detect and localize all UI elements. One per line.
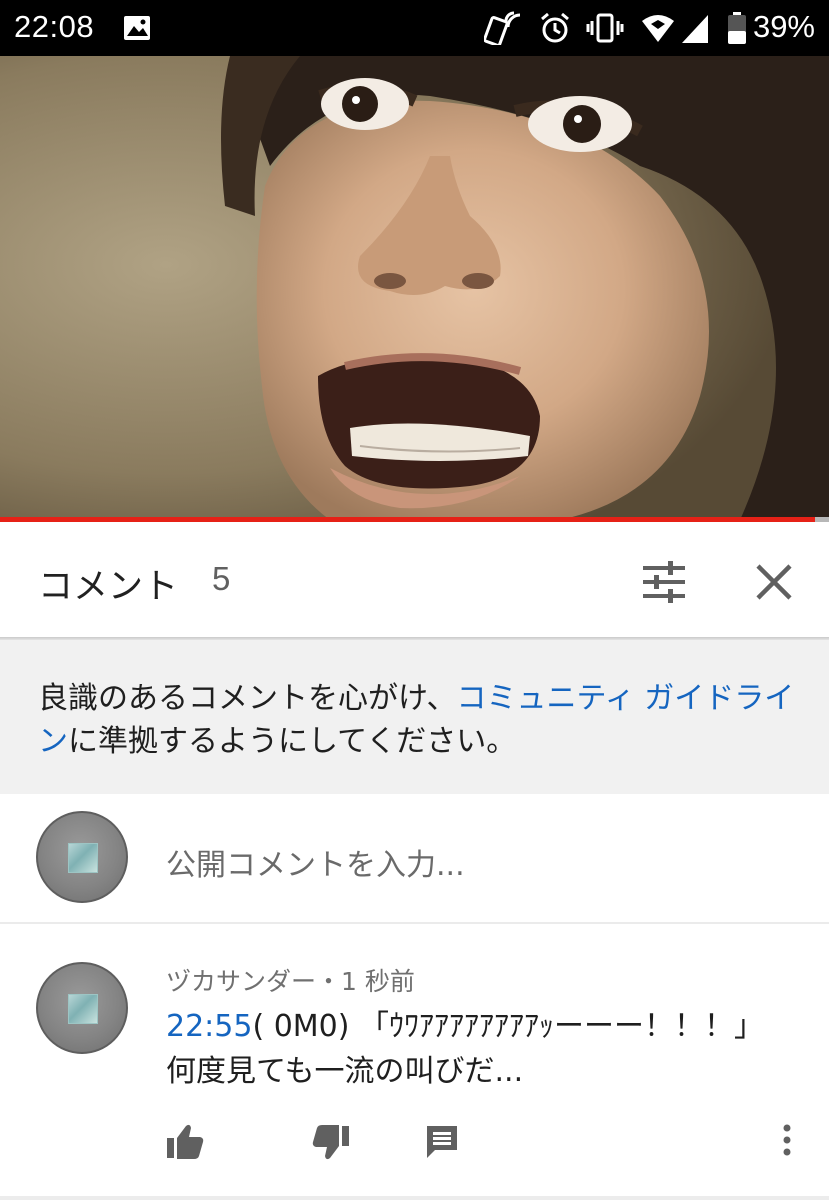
comment-item: ヅカサンダー・1 秒前 22:55( 0M0) 「ｳﾜｱｱｱｱｱｱｱｱｯーーー！…: [0, 926, 829, 1200]
comment-input-row[interactable]: 公開コメントを入力...: [0, 794, 829, 924]
close-icon[interactable]: [750, 558, 798, 606]
comments-count: 5: [212, 560, 231, 597]
battery-percent: 39%: [752, 9, 815, 44]
comment-author-meta: ヅカサンダー・1 秒前: [166, 967, 415, 996]
avatar-image: [68, 843, 98, 873]
comments-header: コメント 5: [0, 522, 829, 638]
comment-input[interactable]: 公開コメントを入力...: [166, 840, 465, 884]
dislike-icon[interactable]: [312, 1122, 350, 1162]
image-icon: [124, 16, 150, 40]
commenter-avatar[interactable]: [36, 962, 128, 1054]
wifi-icon: [642, 15, 674, 42]
nfc-phone-icon: [484, 11, 521, 45]
comment-text: 22:55( 0M0) 「ｳﾜｱｱｱｱｱｱｱｱｯーーー！！！」 何度見ても一流の…: [166, 1004, 806, 1094]
comment-line-1: 22:55( 0M0) 「ｳﾜｱｱｱｱｱｱｱｱｯーーー！！！」: [166, 1004, 806, 1049]
vibrate-icon: [586, 13, 624, 43]
divider: [0, 1196, 829, 1200]
video-player[interactable]: [0, 56, 829, 520]
user-avatar: [36, 811, 128, 903]
avatar-image: [68, 994, 98, 1024]
battery-icon: [728, 12, 746, 44]
more-vert-icon[interactable]: [780, 1122, 794, 1162]
guideline-notice: 良識のあるコメントを心がけ、コミュニティ ガイドラインに準拠するようにしてくださ…: [0, 640, 829, 794]
notice-text: 良識のあるコメントを心がけ、コミュニティ ガイドラインに準拠するようにしてくださ…: [38, 677, 808, 763]
app-root: 22:08 39% コメント 5 良識のあるコメントを心がけ、コミュニティ ガイ…: [0, 0, 829, 1200]
alarm-icon: [541, 12, 569, 43]
status-bar: 22:08 39%: [0, 0, 829, 56]
comment-line-2: 何度見ても一流の叫びだ...: [166, 1054, 524, 1089]
comment-line-1-text: ( 0M0) 「ｳﾜｱｱｱｱｱｱｱｱｯーーー！！！」: [252, 1009, 765, 1044]
comments-title: コメント: [38, 567, 179, 607]
video-frame: [0, 56, 829, 520]
comment-timestamp-link[interactable]: 22:55: [166, 1009, 252, 1044]
like-icon[interactable]: [166, 1122, 204, 1162]
status-time: 22:08: [14, 9, 95, 44]
reply-icon[interactable]: [425, 1122, 459, 1162]
sort-filter-icon[interactable]: [640, 558, 688, 606]
cell-signal-icon: [682, 15, 708, 43]
notice-text-before: 良識のあるコメントを心がけ、: [38, 681, 457, 716]
notice-text-after: に準拠するようにしてください。: [68, 724, 517, 759]
